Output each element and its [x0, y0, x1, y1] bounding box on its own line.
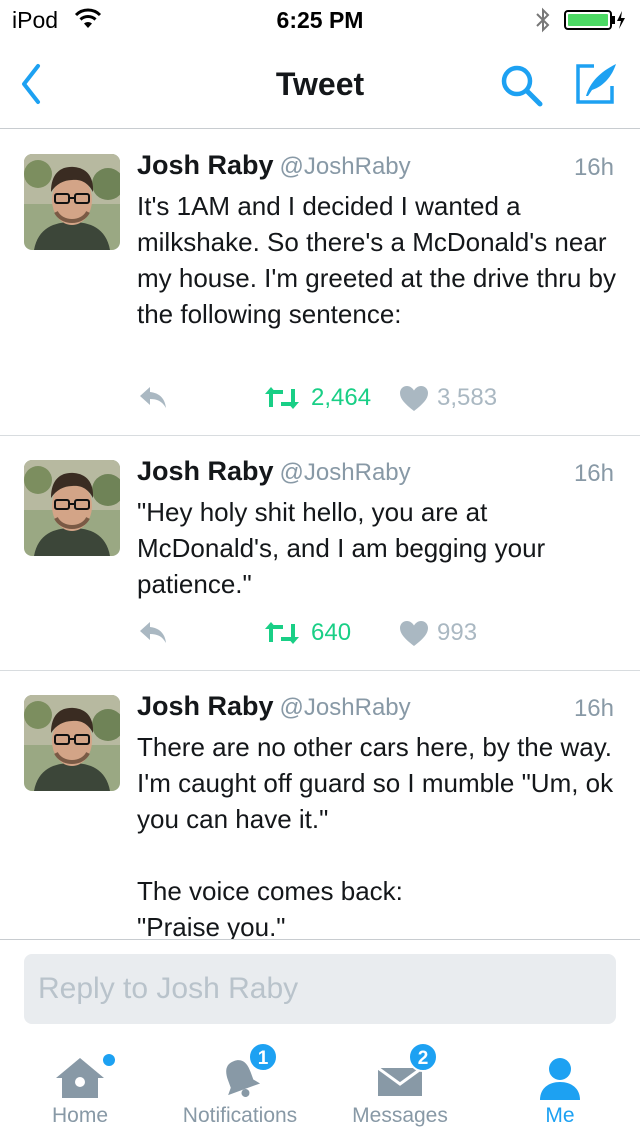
search-icon[interactable] [498, 62, 546, 110]
heart-icon [400, 620, 428, 646]
retweet-count: 640 [311, 619, 352, 646]
tweet-item[interactable]: Josh Raby @JoshRaby 16h It's 1AM and I de… [0, 130, 640, 436]
tab-label: Messages [352, 1104, 448, 1127]
retweet-button[interactable]: 640 [263, 618, 351, 648]
avatar[interactable] [24, 154, 120, 250]
avatar-image [24, 460, 120, 556]
author-name[interactable]: Josh Raby @JoshRaby [137, 691, 411, 722]
tweet-item[interactable]: Josh Raby @JoshRaby 16h "Hey holy shit he… [0, 436, 640, 671]
tweet-text: It's 1AM and I decided I wanted a milksh… [137, 191, 624, 329]
avatar[interactable] [24, 460, 120, 556]
reply-icon[interactable] [137, 382, 169, 412]
like-button[interactable]: 993 [399, 618, 477, 648]
retweet-icon [265, 622, 299, 644]
author-handle: @JoshRaby [279, 153, 411, 180]
retweet-count: 2,464 [311, 384, 372, 411]
author-name[interactable]: Josh Raby @JoshRaby [137, 456, 411, 487]
tab-label: Me [545, 1104, 575, 1127]
tab-notifications[interactable]: 1 Notifications [160, 1040, 320, 1136]
tab-bar: Home 1 Notifications 2 Messages Me [0, 1040, 640, 1136]
author-handle: @JoshRaby [279, 459, 411, 486]
author-name[interactable]: Josh Raby @JoshRaby [137, 150, 411, 181]
tab-label: Notifications [182, 1104, 298, 1127]
reply-icon[interactable] [137, 617, 169, 647]
messages-badge: 2 [408, 1042, 438, 1072]
tweet-text: There are no other cars here, by the way… [137, 732, 614, 940]
like-count: 3,583 [437, 384, 498, 411]
tab-label: Home [51, 1104, 109, 1127]
tab-messages[interactable]: 2 Messages [320, 1040, 480, 1136]
heart-icon [400, 385, 428, 411]
tweet-time: 16h [573, 695, 614, 722]
avatar-image [24, 154, 120, 250]
retweet-button[interactable]: 2,464 [263, 383, 371, 413]
author-handle: @JoshRaby [279, 694, 411, 721]
like-count: 993 [437, 619, 478, 646]
bluetooth-icon [536, 7, 550, 33]
person-icon [540, 1058, 580, 1100]
tweet-actions: 2,464 3,583 [137, 380, 617, 416]
notifications-badge: 1 [248, 1042, 278, 1072]
tab-home[interactable]: Home [0, 1040, 160, 1136]
nav-bar: Tweet [0, 40, 640, 129]
tweet-time: 16h [573, 460, 614, 487]
tweet-actions: 640 993 [137, 615, 617, 651]
home-new-dot [103, 1054, 115, 1066]
status-bar: iPod 6:25 PM [0, 0, 640, 40]
reply-input[interactable] [24, 954, 616, 1024]
tweet-text: "Hey holy shit hello, you are at McDonal… [137, 497, 553, 599]
retweet-icon [265, 387, 299, 409]
compose-icon[interactable] [572, 60, 620, 108]
avatar-image [24, 695, 120, 791]
avatar[interactable] [24, 695, 120, 791]
tab-me[interactable]: Me [480, 1040, 640, 1136]
like-button[interactable]: 3,583 [399, 383, 497, 413]
battery-icon [564, 10, 625, 30]
tweet-time: 16h [573, 154, 614, 181]
tweet-item[interactable]: Josh Raby @JoshRaby 16h There are no othe… [0, 671, 640, 940]
reply-bar [0, 940, 640, 1040]
home-icon [56, 1058, 104, 1098]
